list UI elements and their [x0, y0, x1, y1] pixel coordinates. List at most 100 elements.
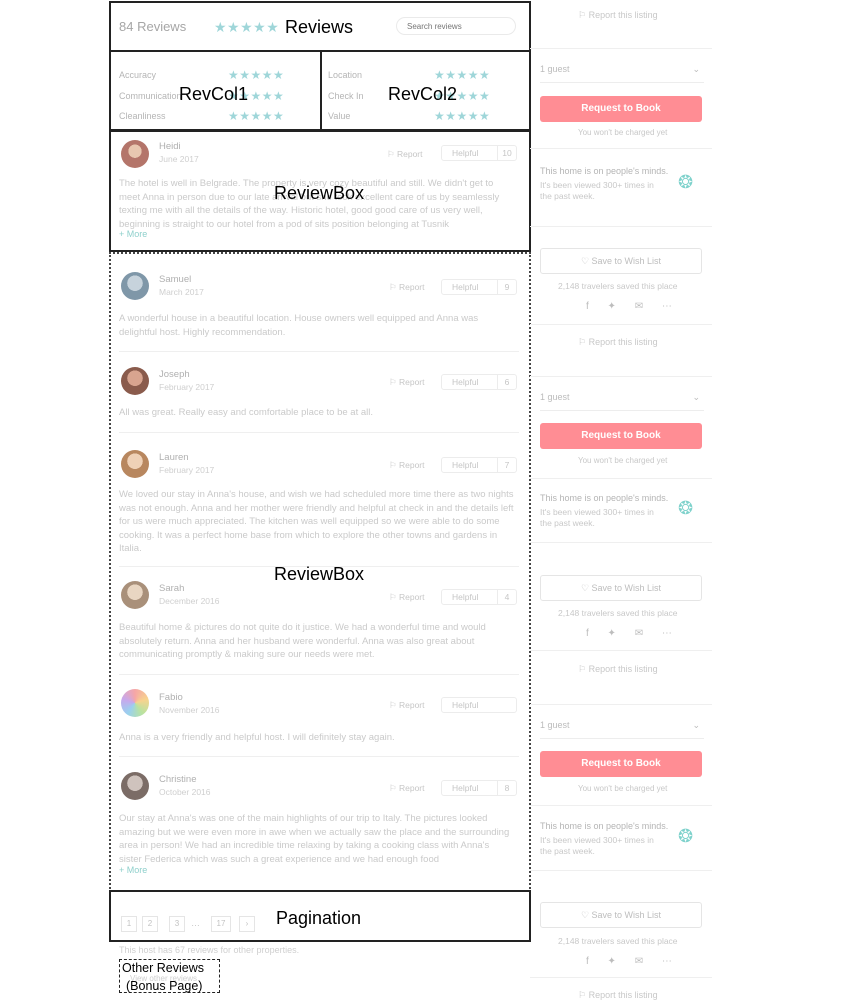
report-link[interactable]: ⚐ Report: [389, 700, 425, 711]
divider: [119, 432, 519, 433]
helpful-button[interactable]: Helpful 8: [441, 780, 517, 796]
report-listing-link[interactable]: ⚐ Report this listing: [578, 10, 658, 21]
search-reviews-input[interactable]: [396, 17, 516, 35]
report-link[interactable]: ⚐ Report: [389, 460, 425, 471]
reviewbox-first: Heidi June 2017 ⚐ Report Helpful 10 The …: [109, 130, 531, 252]
avatar: [121, 272, 149, 300]
other-reviews-box[interactable]: View other reviews Other Reviews (Bonus …: [119, 959, 220, 993]
helpful-button[interactable]: Helpful 10: [441, 145, 517, 161]
report-link[interactable]: ⚐ Report: [389, 282, 425, 293]
reviews-header-box: 84 Reviews ★★★★★ Reviews: [109, 1, 531, 52]
report-listing-link[interactable]: ⚐ Report this listing: [578, 337, 658, 348]
popular-title: This home is on people's minds.: [540, 166, 669, 176]
booking-sidebar: ⚐ Report this listing 1 guest ⌄ Request …: [530, 0, 715, 1002]
divider: [530, 977, 712, 978]
divider: [530, 650, 712, 651]
chevron-down-icon: ⌄: [692, 64, 700, 74]
popular-title: This home is on people's minds.: [540, 821, 669, 831]
review-text: Beautiful home & pictures do not quite d…: [119, 622, 486, 660]
helpful-button[interactable]: Helpful 9: [441, 279, 517, 295]
report-link[interactable]: ⚐ Report: [387, 149, 423, 160]
review-text: All was great. Really easy and comfortab…: [119, 407, 373, 418]
pagination-box: 1 2 3 … 17 › Pagination: [109, 890, 531, 942]
other-properties-text: This host has 67 reviews for other prope…: [119, 945, 300, 955]
diamond-badge-icon: ❂: [678, 172, 694, 192]
page-button-1[interactable]: 1: [121, 916, 137, 932]
guests-label: 1 guest: [540, 720, 570, 730]
diamond-badge-icon: ❂: [678, 826, 694, 846]
reviewbox-list: Samuel March 2017 ⚐ Report Helpful 9 A w…: [109, 252, 531, 892]
helpful-count: 9: [497, 280, 516, 294]
page-button-3[interactable]: 3: [169, 916, 185, 932]
divider: [530, 148, 712, 149]
no-charge-text: You won't be charged yet: [578, 456, 668, 465]
rating-label-accuracy: Accuracy: [119, 70, 157, 80]
annotation-reviewbox-2: ReviewBox: [274, 564, 365, 584]
helpful-label: Helpful: [452, 460, 479, 470]
report-listing-link[interactable]: ⚐ Report this listing: [578, 990, 658, 1001]
divider: [530, 870, 712, 871]
avatar: [121, 140, 149, 168]
helpful-count: 4: [497, 590, 516, 604]
more-link[interactable]: + More: [119, 865, 147, 875]
helpful-button[interactable]: Helpful: [441, 697, 517, 713]
request-to-book-button[interactable]: Request to Book: [540, 751, 702, 777]
share-icons[interactable]: f ✦ ✉ ⋯: [586, 301, 680, 312]
review-date: February 2017: [159, 382, 215, 392]
divider: [119, 756, 519, 757]
review-date: October 2016: [159, 787, 211, 797]
helpful-label: Helpful: [452, 783, 479, 793]
overall-stars: ★★★★★: [214, 19, 280, 35]
save-to-wishlist-button[interactable]: ♡ Save to Wish List: [540, 248, 702, 274]
page-ellipsis: …: [191, 918, 200, 928]
rating-label-communication: Communication: [119, 91, 182, 101]
share-icons[interactable]: f ✦ ✉ ⋯: [586, 956, 680, 967]
wishlist-count: 2,148 travelers saved this place: [558, 936, 678, 946]
annotation-revcol2: RevCol2: [388, 84, 458, 104]
helpful-count: 7: [497, 458, 516, 472]
review-date: March 2017: [159, 287, 204, 297]
more-link[interactable]: + More: [119, 229, 147, 239]
guests-select[interactable]: 1 guest ⌄: [540, 64, 704, 83]
helpful-count: 8: [497, 781, 516, 795]
helpful-button[interactable]: Helpful 6: [441, 374, 517, 390]
divider: [530, 704, 712, 705]
revcol2-box: Location ★★★★★ Check In ★★★★★ Value ★★★★…: [320, 50, 531, 131]
share-icons[interactable]: f ✦ ✉ ⋯: [586, 628, 680, 639]
request-to-book-button[interactable]: Request to Book: [540, 96, 702, 122]
reviewer-name: Lauren: [159, 452, 189, 463]
report-link[interactable]: ⚐ Report: [389, 783, 425, 794]
save-to-wishlist-button[interactable]: ♡ Save to Wish List: [540, 575, 702, 601]
wishlist-count: 2,148 travelers saved this place: [558, 281, 678, 291]
page-button-2[interactable]: 2: [142, 916, 158, 932]
rating-stars-value: ★★★★★: [434, 109, 491, 123]
annotation-pagination: Pagination: [276, 908, 362, 928]
helpful-label: Helpful: [452, 592, 479, 602]
review-date: December 2016: [159, 596, 220, 606]
report-link[interactable]: ⚐ Report: [389, 592, 425, 603]
divider: [530, 542, 712, 543]
guests-label: 1 guest: [540, 64, 570, 74]
popular-subtext: It's been viewed 300+ times in the past …: [540, 835, 654, 856]
request-to-book-button[interactable]: Request to Book: [540, 423, 702, 449]
report-listing-link[interactable]: ⚐ Report this listing: [578, 664, 658, 675]
avatar: [121, 689, 149, 717]
avatar: [121, 450, 149, 478]
wishlist-count: 2,148 travelers saved this place: [558, 608, 678, 618]
rating-label-cleanliness: Cleanliness: [119, 111, 166, 121]
reviewer-name: Sarah: [159, 583, 185, 594]
no-charge-text: You won't be charged yet: [578, 784, 668, 793]
guests-select[interactable]: 1 guest ⌄: [540, 720, 704, 739]
diamond-badge-icon: ❂: [678, 498, 694, 518]
review-date: June 2017: [159, 154, 199, 164]
save-to-wishlist-button[interactable]: ♡ Save to Wish List: [540, 902, 702, 928]
report-link[interactable]: ⚐ Report: [389, 377, 425, 388]
rating-label-value: Value: [328, 111, 351, 121]
helpful-count: 6: [497, 375, 516, 389]
review-count: 84 Reviews: [119, 19, 187, 34]
next-page-button[interactable]: ›: [239, 916, 255, 932]
helpful-button[interactable]: Helpful 4: [441, 589, 517, 605]
page-button-17[interactable]: 17: [211, 916, 231, 932]
helpful-button[interactable]: Helpful 7: [441, 457, 517, 473]
guests-select[interactable]: 1 guest ⌄: [540, 392, 704, 411]
